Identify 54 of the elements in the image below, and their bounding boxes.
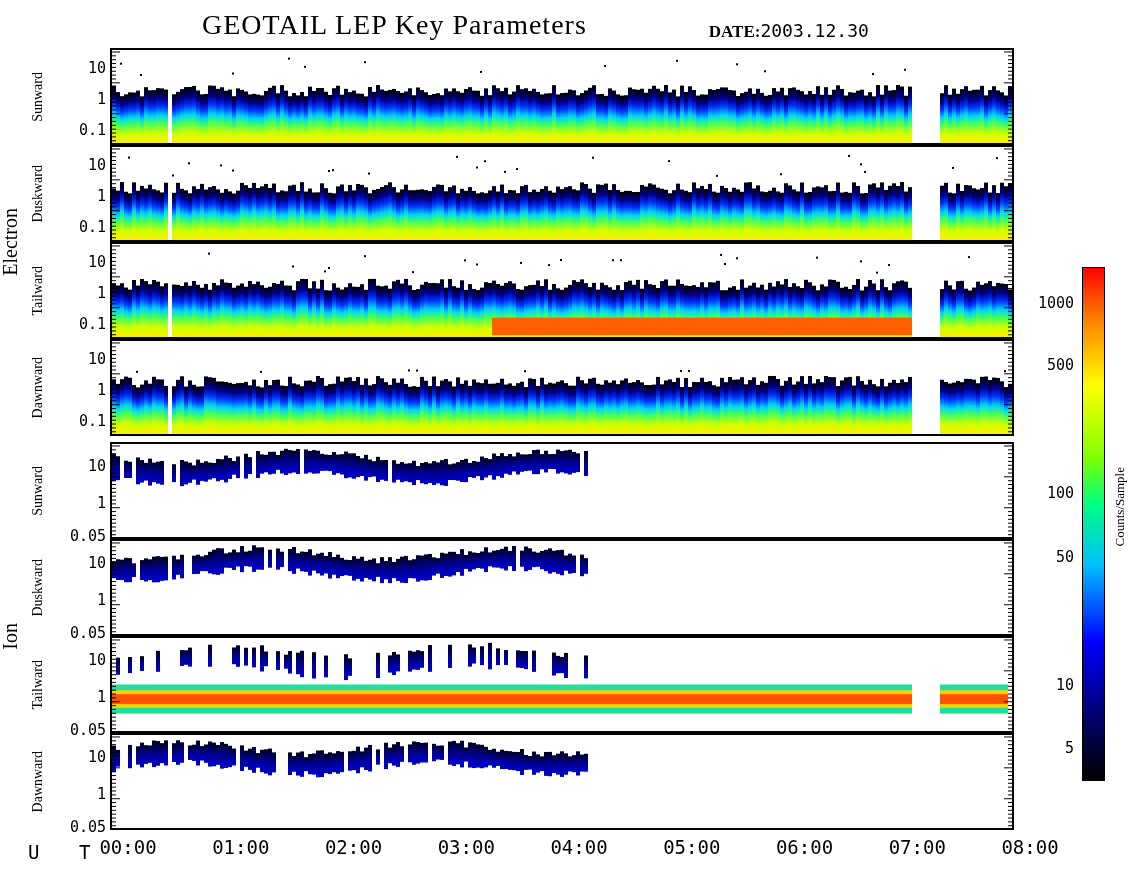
panel-label: Tailward bbox=[28, 265, 46, 316]
y-tick-label: 1 bbox=[96, 592, 106, 608]
y-tick-label: 10 bbox=[87, 351, 106, 367]
y-tick-label: 0.1 bbox=[78, 122, 106, 138]
colorbar-tick-label: 1000 bbox=[1037, 295, 1074, 311]
panel-label: Sunward bbox=[28, 71, 46, 122]
x-tick-label: 03:00 bbox=[437, 838, 495, 857]
panel-label: Sunward bbox=[28, 465, 46, 516]
panel-label: Dawnward bbox=[28, 356, 46, 419]
y-tick-label: 1 bbox=[96, 689, 106, 705]
colorbar-tick-label: 100 bbox=[1046, 485, 1074, 501]
x-tick-label: 04:00 bbox=[550, 838, 608, 857]
colorbar-tick-label: 500 bbox=[1046, 357, 1074, 373]
colorbar-label: Counts/Sample bbox=[1111, 467, 1128, 547]
y-tick-label: 0.05 bbox=[69, 819, 106, 835]
y-tick-label: 0.1 bbox=[78, 316, 106, 332]
colorbar-tick-label: 10 bbox=[1055, 677, 1074, 693]
colorbar-tick-label: 50 bbox=[1055, 549, 1074, 565]
panel-label: Dawnward bbox=[28, 750, 46, 813]
y-tick-label: 10 bbox=[87, 555, 106, 570]
y-tick-label: 1 bbox=[96, 382, 106, 398]
y-tick-label: 0.1 bbox=[78, 219, 106, 235]
y-tick-label: 10 bbox=[87, 157, 106, 173]
y-tick-label: 0.1 bbox=[78, 413, 106, 429]
x-tick-label: 05:00 bbox=[663, 838, 721, 857]
y-tick-label: 0.05 bbox=[69, 722, 106, 738]
y-tick-label: 10 bbox=[87, 458, 106, 473]
y-tick-label: 1 bbox=[96, 495, 106, 511]
y-tick-label: 1 bbox=[96, 91, 106, 107]
x-axis-label: U T bbox=[27, 841, 100, 865]
y-tick-label: 0.05 bbox=[69, 625, 106, 641]
x-tick-label: 01:00 bbox=[212, 838, 270, 857]
y-tick-label: 10 bbox=[87, 652, 106, 667]
x-tick-label: 06:00 bbox=[775, 838, 834, 857]
chart-title: GEOTAIL LEP Key Parameters bbox=[202, 8, 587, 42]
panel-label: Tailward bbox=[28, 659, 46, 710]
panel-label: Duskward bbox=[28, 164, 46, 223]
date-label: DATE: bbox=[708, 20, 761, 43]
x-tick-label: 02:00 bbox=[324, 838, 383, 857]
y-tick-label: 1 bbox=[96, 188, 106, 204]
colorbar-tick-label: 5 bbox=[1064, 740, 1074, 756]
y-tick-label: 10 bbox=[87, 254, 106, 270]
y-tick-label: 1 bbox=[96, 285, 106, 301]
x-tick-label: 00:00 bbox=[99, 838, 157, 857]
date-value: 2003.12.30 bbox=[760, 19, 869, 43]
y-tick-label: 10 bbox=[87, 60, 106, 76]
group-label: Ion bbox=[0, 622, 22, 650]
y-tick-label: 1 bbox=[96, 786, 106, 802]
panel-label: Duskward bbox=[28, 558, 46, 617]
group-label: Electron bbox=[0, 208, 22, 276]
x-tick-label: 08:00 bbox=[1001, 838, 1059, 857]
y-tick-label: 0.05 bbox=[69, 528, 106, 544]
y-tick-label: 10 bbox=[87, 749, 106, 764]
x-tick-label: 07:00 bbox=[888, 838, 946, 857]
